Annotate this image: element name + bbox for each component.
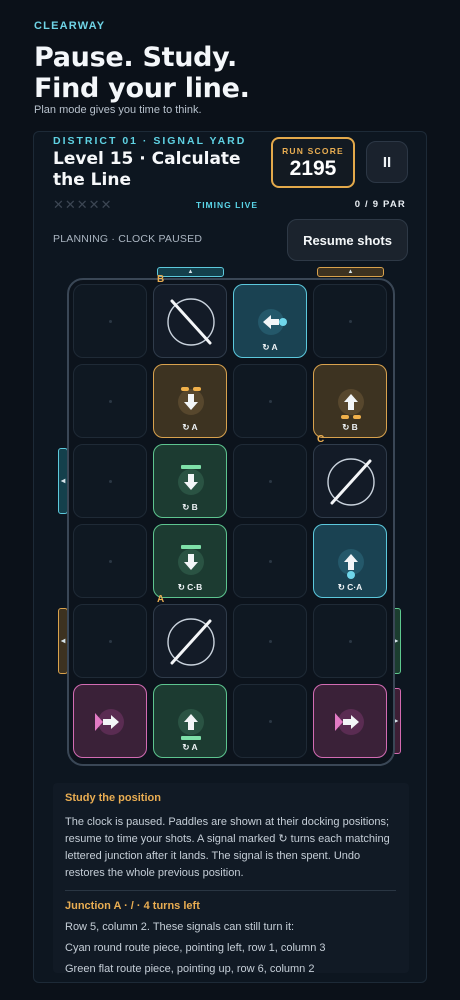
run-score-card: RUN SCORE 2195	[271, 137, 355, 188]
headline-line-2: Find your line.	[34, 73, 250, 104]
cell-dot	[109, 320, 112, 323]
junction-letter: C	[317, 434, 325, 445]
route-piece-cyan[interactable]: ↻ C·A	[313, 524, 387, 598]
planning-status: PLANNING · CLOCK PAUSED	[53, 233, 203, 245]
board-cell-empty[interactable]	[233, 524, 307, 598]
junction-mirror[interactable]: A	[153, 594, 227, 678]
paddle-dock-top-cyan[interactable]: ▲	[157, 267, 224, 277]
junction-mirror[interactable]: B	[153, 274, 227, 358]
arrow-right-icon	[95, 709, 124, 735]
turn-tag: ↻ B	[182, 502, 198, 512]
board-cell-empty[interactable]	[73, 604, 147, 678]
cell-dot	[269, 720, 272, 723]
junction-letter: A	[157, 594, 165, 605]
cell-dot	[109, 560, 112, 563]
info-title: Study the position	[65, 792, 161, 804]
board-cell-empty[interactable]	[233, 604, 307, 678]
turn-tag: ↻ A	[182, 742, 198, 752]
headline-line-1: Pause. Study.	[34, 42, 237, 73]
board-cell-empty[interactable]	[233, 684, 307, 758]
cell-dot	[269, 640, 272, 643]
board-cell-empty[interactable]	[73, 284, 147, 358]
turn-tag: ↻ A	[262, 342, 278, 352]
junction-mirror[interactable]: C	[313, 434, 387, 518]
cell-dot	[109, 400, 112, 403]
info-body: The clock is paused. Paddles are shown a…	[65, 816, 390, 879]
run-score-label: RUN SCORE	[282, 146, 344, 156]
board-cell-empty[interactable]	[233, 444, 307, 518]
divider	[65, 890, 396, 891]
district-label: DISTRICT 01 · SIGNAL YARD	[53, 135, 247, 147]
timing-live-badge: TIMING LIVE	[196, 200, 258, 210]
cell-dot	[269, 560, 272, 563]
cell-dot	[109, 480, 112, 483]
cell-dot	[109, 640, 112, 643]
turn-tag: ↻ B	[342, 422, 358, 432]
cell-dot	[269, 400, 272, 403]
junction-line: Green flat route piece, pointing up, row…	[65, 963, 315, 975]
dock-arrow-icon: ◀	[60, 638, 66, 645]
mirror-icon	[167, 298, 215, 346]
resume-shots-button[interactable]: Resume shots	[287, 219, 408, 261]
junction-title: Junction A · / · 4 turns left	[65, 900, 200, 912]
route-piece-amber[interactable]: ↻ B	[313, 364, 387, 438]
board-cell-empty[interactable]	[313, 604, 387, 678]
route-piece-green[interactable]: ↻ A	[153, 684, 227, 758]
info-panel: Study the position The clock is paused. …	[53, 783, 409, 975]
route-piece-cyan[interactable]: ↻ A	[233, 284, 307, 358]
junction-line: Cyan round route piece, pointing left, r…	[65, 942, 326, 954]
dock-arrow-icon: ▲	[347, 269, 354, 275]
board-cell-empty[interactable]	[313, 284, 387, 358]
dock-arrow-icon: ◀	[60, 478, 66, 485]
board-cell-empty[interactable]	[73, 364, 147, 438]
board-cell-empty[interactable]	[73, 524, 147, 598]
game-board: B ↻ A ↻ A ↻ B ↻ B C ↻ C·B ↻ C·A A ↻ A	[67, 274, 395, 766]
route-piece-pink[interactable]	[73, 684, 147, 758]
turn-tag: ↻ A	[182, 422, 198, 432]
pause-button[interactable]: II	[366, 141, 408, 183]
tagline: Plan mode gives you time to think.	[34, 104, 202, 116]
junction-letter: B	[157, 274, 165, 285]
route-piece-green[interactable]: ↻ B	[153, 444, 227, 518]
route-piece-green[interactable]: ↻ C·B	[153, 524, 227, 598]
mirror-icon	[167, 618, 215, 666]
run-score-value: 2195	[289, 157, 337, 180]
strike-marks: ✕✕✕✕✕	[53, 197, 113, 212]
route-piece-pink[interactable]	[313, 684, 387, 758]
paddle-dock-top-amber[interactable]: ▲	[317, 267, 384, 277]
game-panel: DISTRICT 01 · SIGNAL YARD Level 15 · Cal…	[33, 131, 427, 983]
junction-line: Row 5, column 2. These signals can still…	[65, 921, 295, 933]
mirror-icon	[327, 458, 375, 506]
route-piece-amber[interactable]: ↻ A	[153, 364, 227, 438]
arrow-right-icon	[335, 709, 364, 735]
turn-tag: ↻ C·B	[177, 582, 203, 592]
brand-name: CLEARWAY	[34, 20, 106, 32]
level-title: Level 15 · Calculate the Line	[53, 149, 241, 190]
board-cell-empty[interactable]	[233, 364, 307, 438]
turn-tag: ↻ C·A	[337, 582, 363, 592]
par-counter: 0 / 9 PAR	[354, 199, 406, 210]
cell-dot	[349, 320, 352, 323]
headline: Pause. Study. Find your line.	[34, 42, 250, 104]
board-cell-empty[interactable]	[73, 444, 147, 518]
dock-arrow-icon: ▲	[187, 269, 194, 275]
cell-dot	[349, 640, 352, 643]
cell-dot	[269, 480, 272, 483]
